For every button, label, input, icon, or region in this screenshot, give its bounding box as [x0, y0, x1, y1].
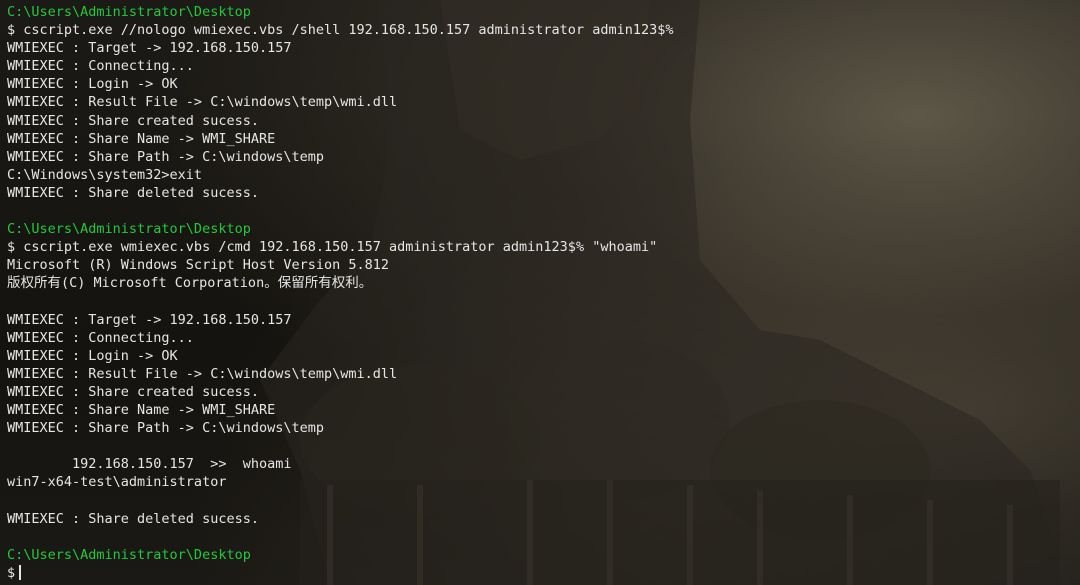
output-line: WMIEXEC : Connecting...	[7, 329, 194, 346]
terminal-output: C:\Users\Administrator\Desktop $ cscript.…	[7, 3, 1080, 582]
prompt-path-line: C:\Users\Administrator\Desktop	[7, 546, 251, 563]
output-line: WMIEXEC : Result File -> C:\windows\temp…	[7, 365, 398, 382]
prompt-path-line: C:\Users\Administrator\Desktop	[7, 4, 251, 20]
output-line: WMIEXEC : Share created sucess.	[7, 383, 259, 400]
output-line: WMIEXEC : Result File -> C:\windows\temp…	[7, 94, 398, 111]
output-line: WMIEXEC : Login -> OK	[7, 347, 178, 364]
output-line: 192.168.150.157 >> whoami	[7, 456, 292, 473]
terminal-window[interactable]: C:\Users\Administrator\Desktop $ cscript.…	[0, 0, 1080, 585]
output-line: $ cscript.exe wmiexec.vbs /cmd 192.168.1…	[7, 239, 658, 256]
prompt-symbol: $	[7, 564, 16, 581]
command-input-line[interactable]: $	[7, 564, 1080, 582]
output-line: win7-x64-test\administrator	[7, 474, 227, 491]
output-line: WMIEXEC : Share Name -> WMI_SHARE	[7, 130, 276, 147]
output-line: WMIEXEC : Share Path -> C:\windows\temp	[7, 148, 324, 165]
output-line: WMIEXEC : Share created sucess.	[7, 112, 259, 129]
output-line: WMIEXEC : Target -> 192.168.150.157	[7, 311, 292, 328]
output-line: C:\Windows\system32>exit	[7, 166, 203, 183]
output-line: WMIEXEC : Login -> OK	[7, 76, 178, 93]
output-line: Microsoft (R) Windows Script Host Versio…	[7, 257, 390, 274]
output-line: WMIEXEC : Target -> 192.168.150.157	[7, 40, 292, 57]
output-line: WMIEXEC : Share deleted sucess.	[7, 184, 259, 201]
output-line: WMIEXEC : Share Name -> WMI_SHARE	[7, 402, 276, 419]
output-line: WMIEXEC : Share Path -> C:\windows\temp	[7, 420, 324, 437]
output-line: WMIEXEC : Share deleted sucess.	[7, 510, 259, 527]
prompt-path-line: C:\Users\Administrator\Desktop	[7, 221, 251, 238]
output-line: WMIEXEC : Connecting...	[7, 58, 194, 75]
output-line: 版权所有(C) Microsoft Corporation。保留所有权利。	[7, 275, 373, 292]
text-cursor	[19, 565, 22, 581]
output-line: $ cscript.exe //nologo wmiexec.vbs /shel…	[7, 22, 674, 39]
